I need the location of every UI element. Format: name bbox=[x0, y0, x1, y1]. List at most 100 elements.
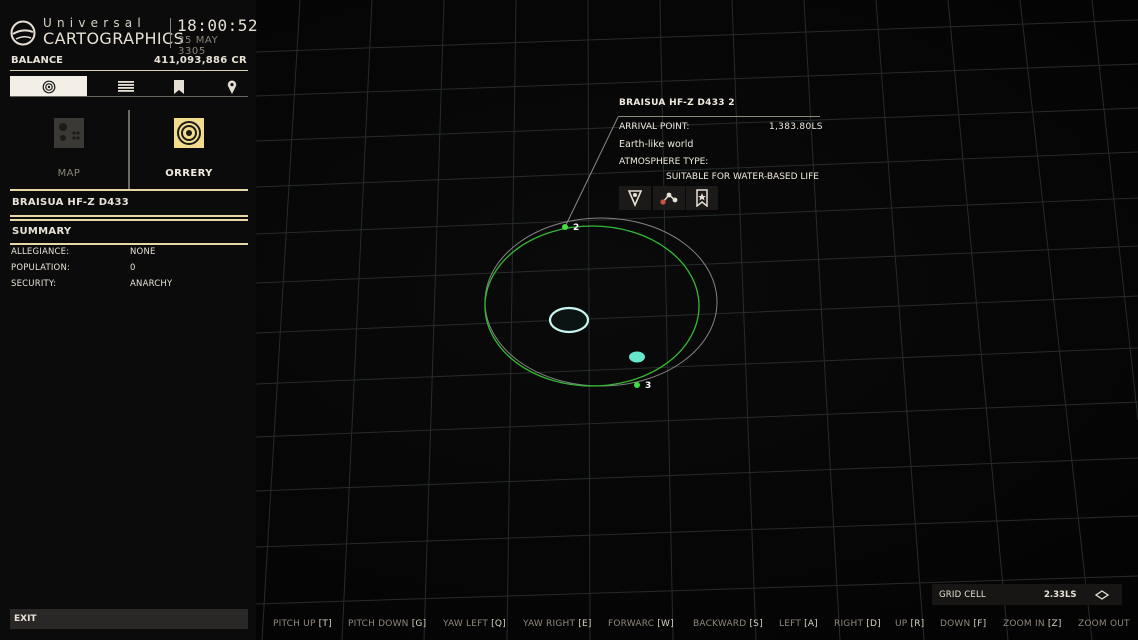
control-zoom-in[interactable]: ZOOM IN [Z] bbox=[1003, 619, 1062, 629]
header: Universal CARTOGRAPHICS 18:00:52 25 MAY … bbox=[10, 14, 258, 57]
planet-marker-3 bbox=[634, 382, 640, 388]
tab-bar bbox=[10, 76, 248, 97]
view-selector: MAP ORRERY bbox=[10, 106, 248, 190]
body-type: Earth-like world bbox=[619, 139, 694, 150]
control-left[interactable]: LEFT [A] bbox=[779, 619, 818, 629]
atmosphere-label: ATMOSPHERE TYPE: bbox=[619, 157, 709, 167]
grid-cell-readout: GRID CELL 2.33LS bbox=[932, 584, 1122, 605]
info-label: POPULATION: bbox=[11, 263, 71, 273]
divider bbox=[10, 96, 248, 97]
control-key: [T] bbox=[318, 619, 332, 629]
star bbox=[548, 306, 590, 334]
bookmark-star-icon bbox=[696, 189, 708, 207]
info-label: SECURITY: bbox=[11, 279, 57, 289]
orrery-view-button[interactable]: ORRERY bbox=[130, 106, 248, 188]
system-icon bbox=[42, 80, 55, 93]
map-view-button[interactable]: MAP bbox=[10, 106, 128, 188]
info-value: 0 bbox=[130, 263, 136, 273]
map-icon bbox=[54, 118, 84, 148]
control-key: [Q] bbox=[491, 619, 506, 629]
control-label: PITCH UP bbox=[273, 619, 316, 629]
control-forward[interactable]: FORWARC [W] bbox=[608, 619, 674, 629]
arrival-label: ARRIVAL POINT: bbox=[619, 122, 690, 132]
tab-system[interactable] bbox=[10, 76, 87, 97]
bookmark-star-button[interactable] bbox=[686, 186, 718, 210]
divider bbox=[170, 18, 171, 48]
info-row: SECURITY: ANARCHY bbox=[10, 279, 248, 293]
control-up[interactable]: UP [R] bbox=[895, 619, 924, 629]
control-label: FORWARC bbox=[608, 619, 655, 629]
clock-time: 18:00:52 bbox=[177, 16, 259, 35]
control-label: ZOOM IN bbox=[1003, 619, 1045, 629]
tooltip-title: BRAISUA HF-Z D433 2 bbox=[619, 98, 735, 108]
info-row: ALLEGIANCE: NONE bbox=[10, 247, 248, 261]
control-key: [Z] bbox=[1047, 619, 1062, 629]
body-name: BRAISUA HF-Z D433 bbox=[12, 197, 130, 208]
grid-cell-value: 2.33LS bbox=[1044, 590, 1077, 600]
exit-label: EXIT bbox=[14, 614, 37, 624]
control-label: YAW RIGHT bbox=[523, 619, 576, 629]
exit-button[interactable]: EXIT bbox=[10, 609, 248, 629]
pin-icon bbox=[227, 80, 236, 94]
control-label: LEFT bbox=[779, 619, 802, 629]
control-label: ZOOM OUT bbox=[1078, 619, 1130, 629]
balance-label: BALANCE bbox=[11, 55, 64, 66]
control-zoom-out[interactable]: ZOOM OUT bbox=[1078, 619, 1130, 629]
info-row: POPULATION: 0 bbox=[10, 263, 248, 277]
route-icon bbox=[660, 192, 678, 205]
divider bbox=[618, 116, 820, 117]
control-pitch-up[interactable]: PITCH UP [T] bbox=[273, 619, 332, 629]
planet-label[interactable]: 3 bbox=[645, 381, 651, 391]
info-value: ANARCHY bbox=[130, 279, 173, 289]
grid-cell-label: GRID CELL bbox=[939, 590, 986, 600]
control-yaw-left[interactable]: YAW LEFT [Q] bbox=[443, 619, 506, 629]
control-key: [A] bbox=[804, 619, 818, 629]
grid-toggle-button[interactable] bbox=[1082, 584, 1122, 605]
balance-row: BALANCE 411,093,886 CR bbox=[10, 52, 248, 71]
control-key: [S] bbox=[749, 619, 763, 629]
control-key: [W] bbox=[657, 619, 674, 629]
control-down[interactable]: DOWN [F] bbox=[940, 619, 986, 629]
diamond-icon bbox=[1095, 589, 1109, 600]
summary-heading: SUMMARY bbox=[12, 226, 72, 237]
orrery-icon bbox=[174, 118, 204, 148]
summary-header[interactable]: SUMMARY bbox=[10, 219, 248, 245]
control-yaw-right[interactable]: YAW RIGHT [E] bbox=[523, 619, 592, 629]
bookmark-icon bbox=[173, 79, 184, 94]
body-name-header: BRAISUA HF-Z D433 bbox=[10, 189, 248, 217]
control-label: UP bbox=[895, 619, 908, 629]
logo-text-bottom: CARTOGRAPHICS bbox=[43, 29, 185, 48]
control-key: [F] bbox=[973, 619, 987, 629]
control-label: YAW LEFT bbox=[443, 619, 489, 629]
planet-body bbox=[629, 351, 645, 363]
tab-pins[interactable] bbox=[193, 76, 270, 97]
control-key: [E] bbox=[578, 619, 592, 629]
list-icon bbox=[117, 81, 134, 92]
map-view-label: MAP bbox=[57, 168, 81, 179]
planet-label[interactable]: 2 bbox=[573, 223, 579, 233]
control-label: RIGHT bbox=[834, 619, 864, 629]
route-button[interactable] bbox=[653, 186, 685, 210]
left-panel: Universal CARTOGRAPHICS 18:00:52 25 MAY … bbox=[0, 0, 258, 640]
control-pitch-down[interactable]: PITCH DOWN [G] bbox=[348, 619, 426, 629]
info-value: NONE bbox=[130, 247, 156, 257]
control-label: PITCH DOWN bbox=[348, 619, 409, 629]
control-key: [D] bbox=[866, 619, 881, 629]
control-key: [G] bbox=[411, 619, 427, 629]
control-label: DOWN bbox=[940, 619, 971, 629]
target-pin-icon bbox=[627, 190, 643, 207]
control-backward[interactable]: BACKWARD [S] bbox=[693, 619, 763, 629]
planet-marker-2 bbox=[562, 224, 568, 230]
atmosphere-value: SUITABLE FOR WATER-BASED LIFE bbox=[666, 172, 819, 182]
control-right[interactable]: RIGHT [D] bbox=[834, 619, 881, 629]
arrival-value: 1,383.80LS bbox=[769, 122, 823, 132]
info-label: ALLEGIANCE: bbox=[11, 247, 70, 257]
globe-logo-icon bbox=[10, 20, 36, 46]
balance-value: 411,093,886 CR bbox=[154, 55, 247, 66]
control-label: BACKWARD bbox=[693, 619, 747, 629]
logo-text-top: Universal bbox=[43, 16, 146, 30]
target-pin-button[interactable] bbox=[619, 186, 651, 210]
control-key: [R] bbox=[910, 619, 925, 629]
orrery-view-label: ORRERY bbox=[165, 168, 213, 179]
control-hints: PITCH UP [T] PITCH DOWN [G] YAW LEFT [Q]… bbox=[262, 617, 1138, 633]
